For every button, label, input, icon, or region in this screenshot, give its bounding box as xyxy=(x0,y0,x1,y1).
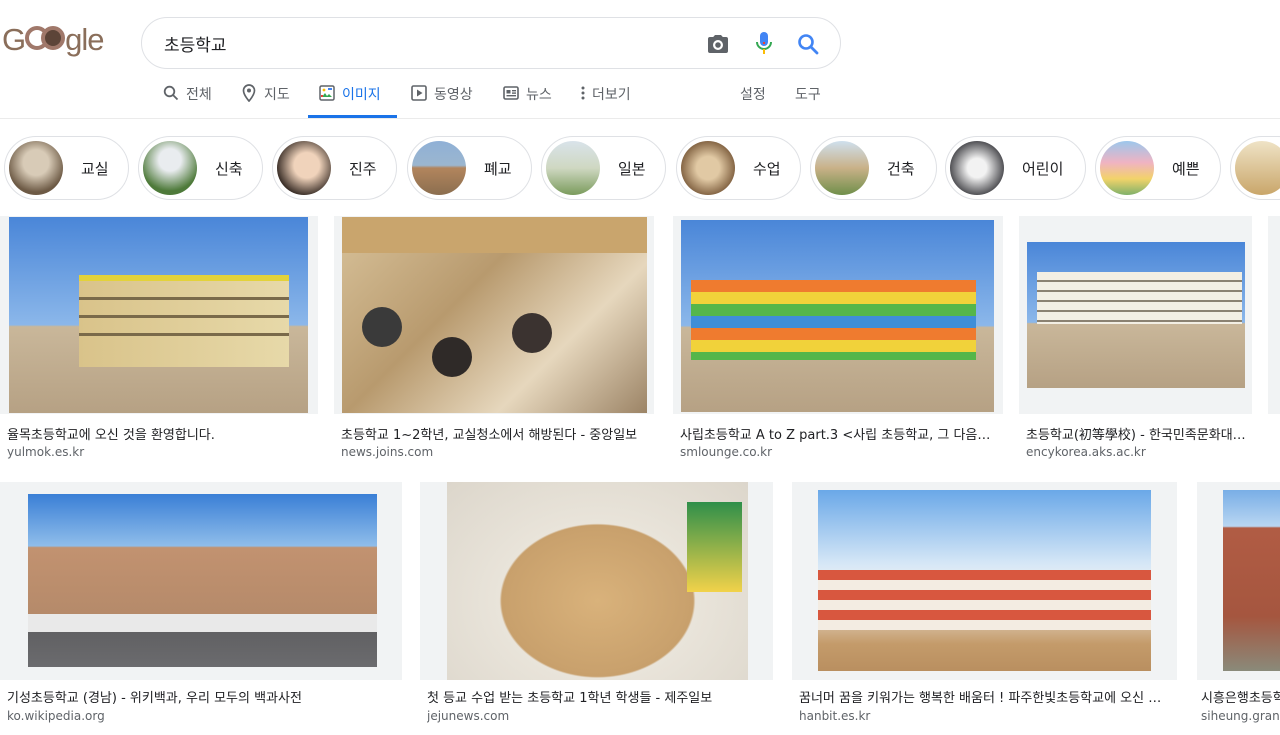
chip-classroom[interactable]: 교실 xyxy=(4,136,129,200)
video-icon xyxy=(410,84,428,102)
result-source[interactable]: hanbit.es.kr xyxy=(799,709,1171,723)
tab-news[interactable]: 뉴스 xyxy=(502,80,552,118)
chip-thumbnail xyxy=(143,141,197,195)
news-icon xyxy=(502,84,520,102)
search-icon xyxy=(162,84,180,102)
google-logo[interactable]: Ggle xyxy=(2,22,112,62)
image-result[interactable]: 초등학교(初等學校) - 한국민족문화대백과사전 encykorea.aks.a… xyxy=(1019,216,1252,466)
result-title[interactable]: 꿈너머 꿈을 키워가는 행복한 배움터 ! 파주한빛초등학교에 오신 것을 환영… xyxy=(799,687,1171,706)
result-image[interactable] xyxy=(9,217,308,413)
camera-icon[interactable] xyxy=(704,30,732,58)
tab-label: 더보기 xyxy=(592,87,631,103)
chip-architecture[interactable]: 건축 xyxy=(810,136,937,200)
image-result[interactable]: 율목초등학교에 오신 것을 환영합니다. yulmok.es.kr xyxy=(0,216,318,466)
result-source[interactable]: yulmok.es.kr xyxy=(7,445,307,459)
image-result[interactable]: 기성초등학교 (경남) - 위키백과, 우리 모두의 백과사전 ko.wikip… xyxy=(0,482,402,732)
tab-images[interactable]: 이미지 xyxy=(308,80,397,118)
related-chips: 교실 신축 진주 폐교 일본 수업 건축 어린이 예쁜 xyxy=(0,136,1280,200)
result-title[interactable]: 율목초등학교에 오신 것을 환영합니다. xyxy=(7,424,307,443)
tab-videos[interactable]: 동영상 xyxy=(410,80,473,118)
more-vert-icon xyxy=(578,84,588,102)
chip-japan[interactable]: 일본 xyxy=(541,136,666,200)
tab-label: 뉴스 xyxy=(526,87,552,103)
image-result[interactable]: 꿈너머 꿈을 키워가는 행복한 배움터 ! 파주한빛초등학교에 오신 것을 환영… xyxy=(792,482,1177,732)
microphone-icon[interactable] xyxy=(750,30,778,58)
chip-label: 교실 xyxy=(81,159,109,178)
logo-letter: G xyxy=(2,22,26,57)
chip-label: 일본 xyxy=(618,159,646,178)
chip-label: 어린이 xyxy=(1022,159,1064,178)
result-source[interactable]: siheung.grand xyxy=(1201,709,1280,723)
result-source[interactable]: smlounge.co.kr xyxy=(680,445,996,459)
result-image[interactable] xyxy=(818,490,1151,671)
chip-label: 건축 xyxy=(887,159,915,178)
tab-label: 이미지 xyxy=(342,87,381,103)
chip-label: 예쁜 xyxy=(1172,159,1200,178)
chip-closed-school[interactable]: 폐교 xyxy=(407,136,532,200)
tab-maps[interactable]: 지도 xyxy=(240,80,290,118)
search-icon[interactable] xyxy=(794,30,822,58)
result-image[interactable] xyxy=(1223,490,1280,671)
tools-link[interactable]: 도구 xyxy=(795,80,821,118)
result-image[interactable] xyxy=(342,217,647,413)
result-title[interactable]: 초등학교 1~2학년, 교실청소에서 해방된다 - 중앙일보 xyxy=(341,424,647,443)
tab-all[interactable]: 전체 xyxy=(162,80,212,118)
chip-jinju[interactable]: 진주 xyxy=(272,136,397,200)
chip-thumbnail xyxy=(1100,141,1154,195)
image-result[interactable]: 첫 등교 수업 받는 초등학교 1학년 학생들 - 제주일보 jejunews.… xyxy=(420,482,773,732)
image-result[interactable]: 시흥은행초등학교 siheung.grand xyxy=(1197,482,1280,732)
search-input[interactable]: 초등학교 xyxy=(164,31,227,56)
chip-class[interactable]: 수업 xyxy=(676,136,801,200)
chip-thumbnail xyxy=(277,141,331,195)
result-source[interactable]: encykorea.aks.ac.kr xyxy=(1026,445,1246,459)
chip-label: 수업 xyxy=(753,159,781,178)
map-pin-icon xyxy=(240,84,258,102)
result-image[interactable] xyxy=(447,482,748,680)
result-source[interactable]: ko.wikipedia.org xyxy=(7,709,397,723)
image-icon xyxy=(318,84,336,102)
chip-pretty[interactable]: 예쁜 xyxy=(1095,136,1221,200)
chip-new-building[interactable]: 신축 xyxy=(138,136,263,200)
chip-thumbnail xyxy=(1235,141,1280,195)
result-source[interactable]: news.joins.com xyxy=(341,445,647,459)
tab-more[interactable]: 더보기 xyxy=(578,80,631,118)
chip-thumbnail xyxy=(815,141,869,195)
doodle-face-icon xyxy=(25,24,66,54)
result-title[interactable]: 기성초등학교 (경남) - 위키백과, 우리 모두의 백과사전 xyxy=(7,687,397,706)
chip-thumbnail xyxy=(546,141,600,195)
result-image[interactable] xyxy=(28,494,377,667)
header-divider xyxy=(0,118,1280,119)
image-result[interactable]: 사립초등학교 A to Z part.3 <사립 초등학교, 그 다음은?> s… xyxy=(673,216,1003,466)
result-image[interactable] xyxy=(681,220,994,412)
chip-thumbnail xyxy=(950,141,1004,195)
result-image[interactable] xyxy=(1027,242,1245,388)
result-title[interactable]: 초등학교(初等學校) - 한국민족문화대백과사전 xyxy=(1026,424,1246,443)
image-result[interactable] xyxy=(1268,216,1280,466)
chip-more[interactable] xyxy=(1230,136,1280,200)
chip-label: 신축 xyxy=(215,159,243,178)
chip-children[interactable]: 어린이 xyxy=(945,136,1086,200)
result-source[interactable]: jejunews.com xyxy=(427,709,767,723)
search-box[interactable]: 초등학교 xyxy=(141,17,841,69)
tab-label: 전체 xyxy=(186,87,212,103)
search-tabs: 전체 지도 이미지 동영상 뉴스 더보기 설정 도구 xyxy=(0,80,1280,118)
result-title[interactable]: 시흥은행초등학교 xyxy=(1201,687,1280,706)
chip-thumbnail xyxy=(681,141,735,195)
chip-thumbnail xyxy=(412,141,466,195)
tab-label: 지도 xyxy=(264,87,290,103)
logo-letters: gle xyxy=(65,22,104,57)
chip-thumbnail xyxy=(9,141,63,195)
chip-label: 진주 xyxy=(349,159,377,178)
result-title[interactable]: 첫 등교 수업 받는 초등학교 1학년 학생들 - 제주일보 xyxy=(427,687,767,706)
image-result[interactable]: 초등학교 1~2학년, 교실청소에서 해방된다 - 중앙일보 news.join… xyxy=(334,216,654,466)
settings-link[interactable]: 설정 xyxy=(740,80,766,118)
tab-label: 동영상 xyxy=(434,87,473,103)
result-title[interactable]: 사립초등학교 A to Z part.3 <사립 초등학교, 그 다음은?> xyxy=(680,424,996,443)
chip-label: 폐교 xyxy=(484,159,512,178)
